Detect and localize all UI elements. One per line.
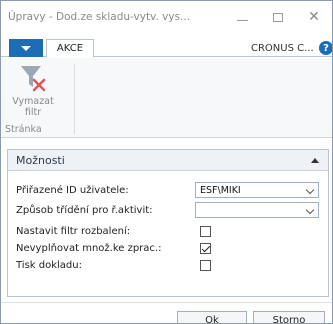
do-not-fill-qty-checkbox[interactable] — [200, 243, 211, 254]
app-menu-button[interactable] — [9, 39, 43, 57]
field-label: Způsob třídění pro ř.aktivit: — [16, 204, 153, 216]
maximize-button[interactable] — [265, 7, 291, 27]
chevron-down-icon — [305, 205, 315, 215]
ribbon-group-label: Stránka — [5, 124, 42, 135]
assigned-user-id-select[interactable]: ESF\MIKI — [195, 182, 319, 198]
minimize-button[interactable] — [229, 7, 255, 27]
minimize-icon — [236, 19, 248, 21]
field-label: Tisk dokladu: — [16, 259, 82, 271]
field-label: Nevyplňovat množ.ke zprac.: — [16, 242, 162, 254]
close-button[interactable]: ✕ — [301, 7, 327, 27]
ribbon-tab-bar: AKCE CRONUS C... ? — [1, 35, 332, 58]
dialog-window: Úpravy - Dod.ze skladu-vytv. vys... ✕ AK… — [0, 0, 333, 324]
field-sorting-method: Způsob třídění pro ř.aktivit: — [16, 202, 153, 218]
print-document-checkbox[interactable] — [200, 260, 211, 271]
clear-filter-button[interactable]: Vymazat filtr — [5, 60, 61, 124]
chevron-up-icon — [311, 157, 319, 163]
field-set-breakbulk-filter: Nastavit filtr rozbalení: — [16, 223, 130, 239]
ribbon: Vymazat filtr Stránka — [1, 58, 332, 138]
maximize-icon — [273, 12, 283, 22]
field-label: Přiřazené ID uživatele: — [16, 184, 129, 196]
options-title: Možnosti — [16, 153, 65, 167]
field-do-not-fill-qty: Nevyplňovat množ.ke zprac.: — [16, 240, 161, 256]
footer-divider — [1, 302, 332, 303]
close-icon: ✕ — [308, 9, 320, 25]
select-value: ESF\MIKI — [200, 184, 241, 196]
help-icon[interactable]: ? — [319, 41, 332, 55]
tab-akce[interactable]: AKCE — [46, 39, 94, 58]
clear-filter-icon — [21, 66, 46, 92]
options-fasttab: Možnosti Přiřazené ID uživatele: ESF\MIK… — [7, 149, 329, 297]
triangle-down-icon — [21, 45, 31, 51]
ok-button[interactable]: Ok — [177, 311, 247, 323]
title-bar: Úpravy - Dod.ze skladu-vytv. vys... ✕ — [1, 1, 332, 35]
cancel-button[interactable]: Storno — [253, 311, 325, 323]
chevron-down-icon — [305, 185, 315, 195]
ribbon-separator — [74, 64, 75, 134]
set-breakbulk-filter-checkbox[interactable] — [200, 226, 211, 237]
clear-filter-label: Vymazat filtr — [12, 96, 54, 118]
field-assigned-user-id: Přiřazené ID uživatele: — [16, 182, 129, 198]
dialog-body: Možnosti Přiřazené ID uživatele: ESF\MIK… — [1, 139, 332, 323]
company-name[interactable]: CRONUS C... — [251, 43, 314, 54]
field-label: Nastavit filtr rozbalení: — [16, 225, 131, 237]
options-header[interactable]: Možnosti — [8, 150, 328, 171]
window-title: Úpravy - Dod.ze skladu-vytv. vys... — [8, 11, 191, 23]
sorting-method-select[interactable] — [195, 202, 319, 218]
field-print-document: Tisk dokladu: — [16, 257, 82, 273]
